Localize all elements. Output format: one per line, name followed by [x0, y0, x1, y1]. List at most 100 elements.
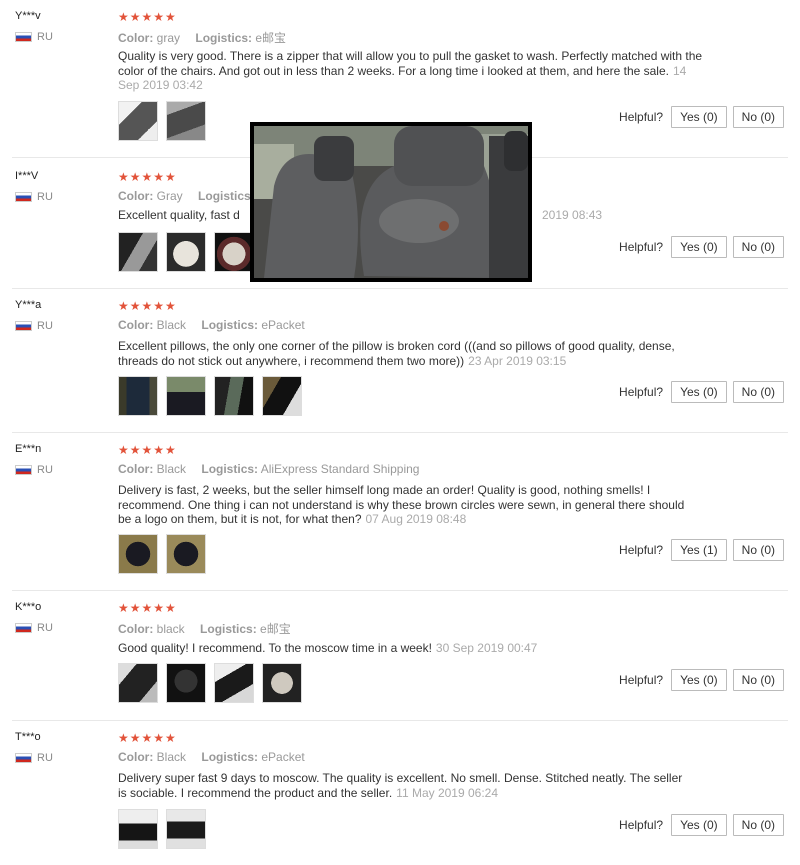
reviewer-country: RU [15, 622, 53, 634]
color-label: Color: [118, 462, 154, 476]
photo-list [118, 663, 302, 703]
photo-preview-popup[interactable] [250, 122, 532, 282]
color-value: black [156, 622, 185, 636]
order-meta: Color: Black Logistics: AliExpress Stand… [118, 462, 431, 476]
review: K***o RU ★★★★★ Color: black Logistics: e… [0, 591, 790, 720]
russia-flag-icon [15, 32, 32, 42]
review-date: 23 Apr 2019 03:15 [468, 353, 567, 368]
helpful-vote: Helpful? Yes (1) No (0) [619, 539, 784, 561]
photo-list [118, 534, 206, 574]
russia-flag-icon [15, 465, 32, 475]
review-photo-thumbnail[interactable] [214, 376, 254, 416]
review-photo-thumbnail[interactable] [118, 101, 158, 141]
photo-list [118, 232, 254, 272]
order-meta: Color: gray Logistics: e邮宝 [118, 29, 298, 46]
reviewer-name: T***o [15, 731, 41, 743]
helpful-yes-button[interactable]: Yes (0) [671, 669, 727, 691]
helpful-yes-button[interactable]: Yes (0) [671, 381, 727, 403]
helpful-vote: Helpful? Yes (0) No (0) [619, 236, 784, 258]
rating-stars: ★★★★★ [118, 601, 177, 615]
helpful-yes-button[interactable]: Yes (0) [671, 236, 727, 258]
reviewer-country: RU [15, 464, 53, 476]
review-body: Good quality! I recommend. To the moscow… [118, 641, 432, 655]
helpful-yes-button[interactable]: Yes (1) [671, 539, 727, 561]
helpful-label: Helpful? [619, 818, 664, 832]
helpful-label: Helpful? [619, 543, 664, 557]
reviewer-name: Y***v [15, 10, 41, 22]
rating-stars: ★★★★★ [118, 731, 177, 745]
review-photo-thumbnail[interactable] [166, 809, 206, 849]
reviewer-country: RU [15, 320, 53, 332]
country-code: RU [37, 191, 53, 203]
review-photo-thumbnail[interactable] [262, 376, 302, 416]
color-label: Color: [118, 31, 154, 45]
helpful-no-button[interactable]: No (0) [732, 814, 784, 836]
photo-list [118, 376, 302, 416]
review-photo-thumbnail[interactable] [118, 809, 158, 849]
review-photo-thumbnail[interactable] [166, 663, 206, 703]
helpful-no-button[interactable]: No (0) [732, 236, 784, 258]
order-meta: Color: Black Logistics: ePacket [118, 750, 317, 764]
order-meta: Color: Gray Logistics: [118, 189, 255, 203]
review-photo-thumbnail[interactable] [118, 376, 158, 416]
color-value: Gray [156, 189, 183, 203]
country-code: RU [37, 752, 53, 764]
logistics-value: e邮宝 [255, 31, 287, 45]
rating-stars: ★★★★★ [118, 10, 177, 24]
review-photo-thumbnail[interactable] [214, 232, 254, 272]
review-photo-thumbnail[interactable] [262, 663, 302, 703]
review-text: Quality is very good. There is a zipper … [118, 49, 708, 93]
color-label: Color: [118, 189, 154, 203]
review-photo-thumbnail[interactable] [118, 663, 158, 703]
helpful-yes-button[interactable]: Yes (0) [671, 814, 727, 836]
color-label: Color: [118, 318, 154, 332]
review-body: Quality is very good. There is a zipper … [118, 49, 703, 78]
review-body: Excellent quality, fast d [118, 208, 240, 222]
country-code: RU [37, 31, 53, 43]
reviewer-country: RU [15, 31, 53, 43]
review-photo-thumbnail[interactable] [118, 534, 158, 574]
review: E***n RU ★★★★★ Color: Black Logistics: A… [0, 433, 790, 590]
review-photo-thumbnail[interactable] [166, 232, 206, 272]
reviewer-name: I***V [15, 170, 39, 182]
helpful-yes-button[interactable]: Yes (0) [671, 106, 727, 128]
review-photo-thumbnail[interactable] [118, 232, 158, 272]
color-label: Color: [118, 750, 154, 764]
logistics-label: Logistics: [200, 622, 257, 636]
color-label: Color: [118, 622, 154, 636]
logistics-label: Logistics: [201, 750, 259, 764]
review-photo-thumbnail[interactable] [214, 663, 254, 703]
helpful-label: Helpful? [619, 673, 664, 687]
review: T***o RU ★★★★★ Color: Black Logistics: e… [0, 721, 790, 865]
order-meta: Color: Black Logistics: ePacket [118, 318, 317, 332]
helpful-no-button[interactable]: No (0) [732, 539, 784, 561]
reviewer-name: E***n [15, 443, 42, 455]
review-photo-thumbnail[interactable] [166, 376, 206, 416]
rating-stars: ★★★★★ [118, 170, 177, 184]
helpful-no-button[interactable]: No (0) [732, 106, 784, 128]
reviewer-country: RU [15, 752, 53, 764]
helpful-no-button[interactable]: No (0) [732, 381, 784, 403]
helpful-label: Helpful? [619, 385, 664, 399]
car-seat-pillow-photo [254, 126, 528, 278]
logistics-label: Logistics: [195, 31, 253, 45]
color-value: Black [156, 318, 187, 332]
logistics-value: AliExpress Standard Shipping [260, 462, 420, 476]
photo-list [118, 809, 206, 849]
review-text: Delivery is fast, 2 weeks, but the selle… [118, 483, 698, 527]
review-text: Good quality! I recommend. To the moscow… [118, 641, 708, 656]
logistics-label: Logistics: [198, 189, 255, 203]
review-date: 30 Sep 2019 00:47 [435, 641, 538, 655]
color-value: Black [156, 750, 187, 764]
review-photo-thumbnail[interactable] [166, 534, 206, 574]
photo-list [118, 101, 206, 141]
helpful-no-button[interactable]: No (0) [732, 669, 784, 691]
review-date: 2019 08:43 [542, 208, 603, 222]
logistics-value: e邮宝 [260, 622, 291, 636]
color-value: gray [156, 31, 181, 45]
russia-flag-icon [15, 753, 32, 763]
russia-flag-icon [15, 192, 32, 202]
helpful-vote: Helpful? Yes (0) No (0) [619, 106, 784, 128]
reviewer-name: K***o [15, 601, 42, 613]
review-photo-thumbnail[interactable] [166, 101, 206, 141]
